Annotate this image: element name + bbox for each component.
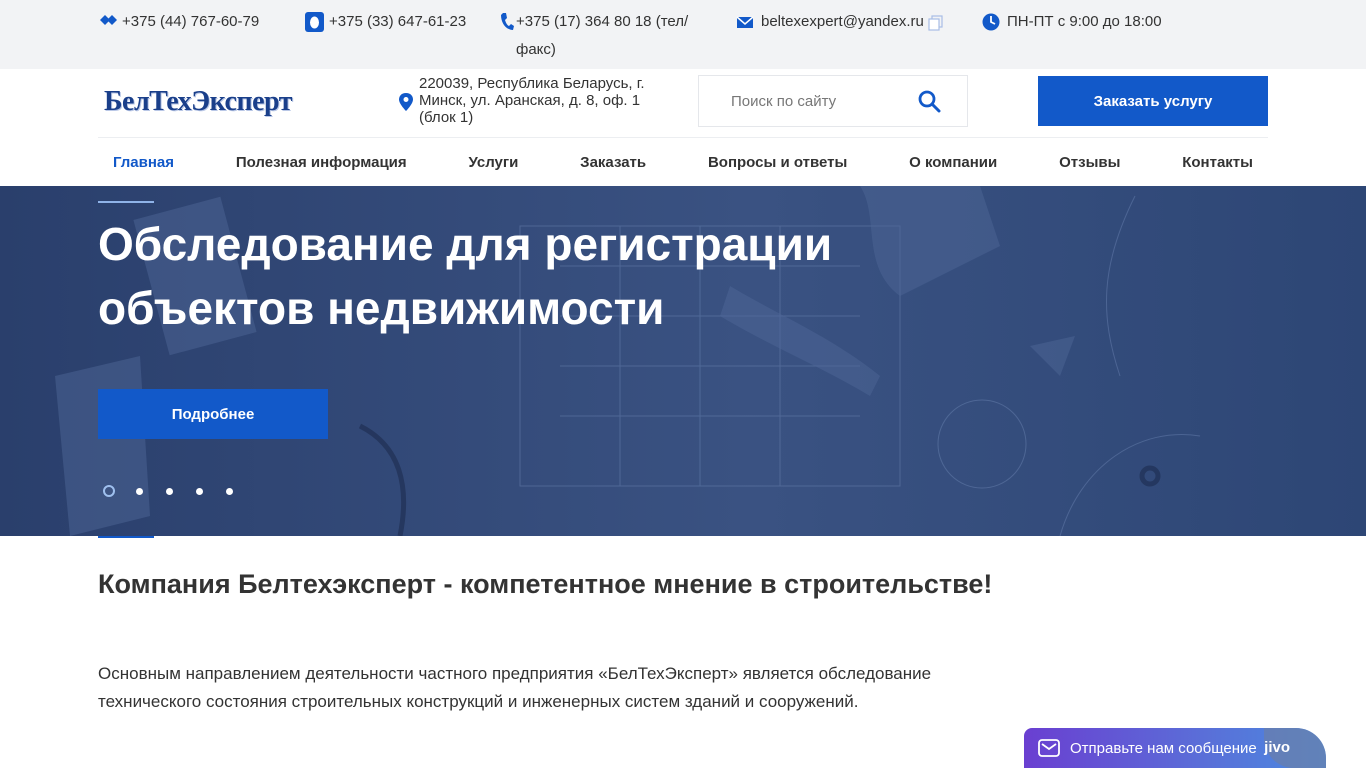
nav-item-reviews[interactable]: Отзывы [1059, 154, 1120, 171]
chat-widget-label: Отправьте нам сообщение [1070, 739, 1257, 757]
map-pin-icon [399, 93, 413, 111]
a1-logo-icon [100, 15, 117, 25]
hero-slider: Обследование для регистрации объектов не… [0, 186, 1366, 536]
search-input[interactable] [699, 76, 919, 126]
site-header: БелТехЭксперт 220039, Республика Беларус… [0, 69, 1366, 137]
chat-widget[interactable]: Отправьте нам сообщение jivo [1024, 728, 1326, 768]
clock-icon [982, 13, 1000, 31]
search-icon[interactable] [917, 89, 941, 113]
top-contact-bar: +375 (44) 767-60-79 +375 (33) 647-61-23 … [0, 0, 1366, 69]
order-service-button[interactable]: Заказать услугу [1038, 76, 1268, 126]
contact-hours: ПН-ПТ с 9:00 до 18:00 [982, 12, 1162, 32]
content-title: Компания Белтехэксперт - компетентное мн… [98, 569, 993, 599]
email-text: beltexexpert@yandex.ru [761, 13, 924, 30]
nav-item-useful-info[interactable]: Полезная информация [236, 154, 407, 171]
slider-dot-2[interactable] [133, 485, 145, 497]
copy-icon[interactable] [928, 12, 944, 32]
hero-accent-line [98, 201, 154, 203]
mail-icon [736, 16, 754, 28]
nav-item-order[interactable]: Заказать [580, 154, 646, 171]
hours-text: ПН-ПТ с 9:00 до 18:00 [1007, 13, 1162, 30]
nav-item-home[interactable]: Главная [113, 154, 174, 171]
slider-dot-5[interactable] [223, 485, 235, 497]
content-accent-line [98, 536, 154, 538]
site-logo[interactable]: БелТехЭксперт [104, 87, 326, 117]
contact-phone-mts[interactable]: +375 (33) 647-61-23 [305, 12, 466, 32]
slider-dot-3[interactable] [163, 485, 175, 497]
nav-item-about[interactable]: О компании [909, 154, 997, 171]
chat-brand-logo: jivo [1264, 739, 1290, 756]
phone-icon [501, 13, 514, 30]
nav-item-services[interactable]: Услуги [468, 154, 518, 171]
search-box [698, 75, 968, 127]
phone-a1-text: +375 (44) 767-60-79 [122, 13, 260, 30]
message-icon [1038, 739, 1060, 757]
nav-item-faq[interactable]: Вопросы и ответы [708, 154, 847, 171]
phone-mts-text: +375 (33) 647-61-23 [329, 13, 467, 30]
header-address: 220039, Республика Беларусь, г. Минск, у… [398, 75, 678, 126]
hero-title: Обследование для регистрации объектов не… [98, 218, 833, 334]
hero-more-button[interactable]: Подробнее [98, 389, 328, 439]
slider-dot-4[interactable] [193, 485, 205, 497]
nav-item-contacts[interactable]: Контакты [1182, 154, 1253, 171]
contact-phone-city[interactable]: +375 (17) 364 80 18 (тел/факс) [500, 12, 700, 64]
content-intro-text: Основным направлением деятельности частн… [98, 664, 932, 711]
phone-city-text: +375 (17) 364 80 18 (тел/факс) [516, 13, 689, 58]
slider-pagination [103, 485, 235, 497]
address-text: 220039, Республика Беларусь, г. Минск, у… [419, 75, 645, 126]
slider-dot-1[interactable] [103, 485, 115, 497]
mts-logo-icon [305, 12, 324, 32]
contact-phone-a1[interactable]: +375 (44) 767-60-79 [98, 12, 259, 32]
main-nav: Главная Полезная информация Услуги Заказ… [98, 137, 1268, 186]
contact-email[interactable]: beltexexpert@yandex.ru [736, 12, 948, 32]
